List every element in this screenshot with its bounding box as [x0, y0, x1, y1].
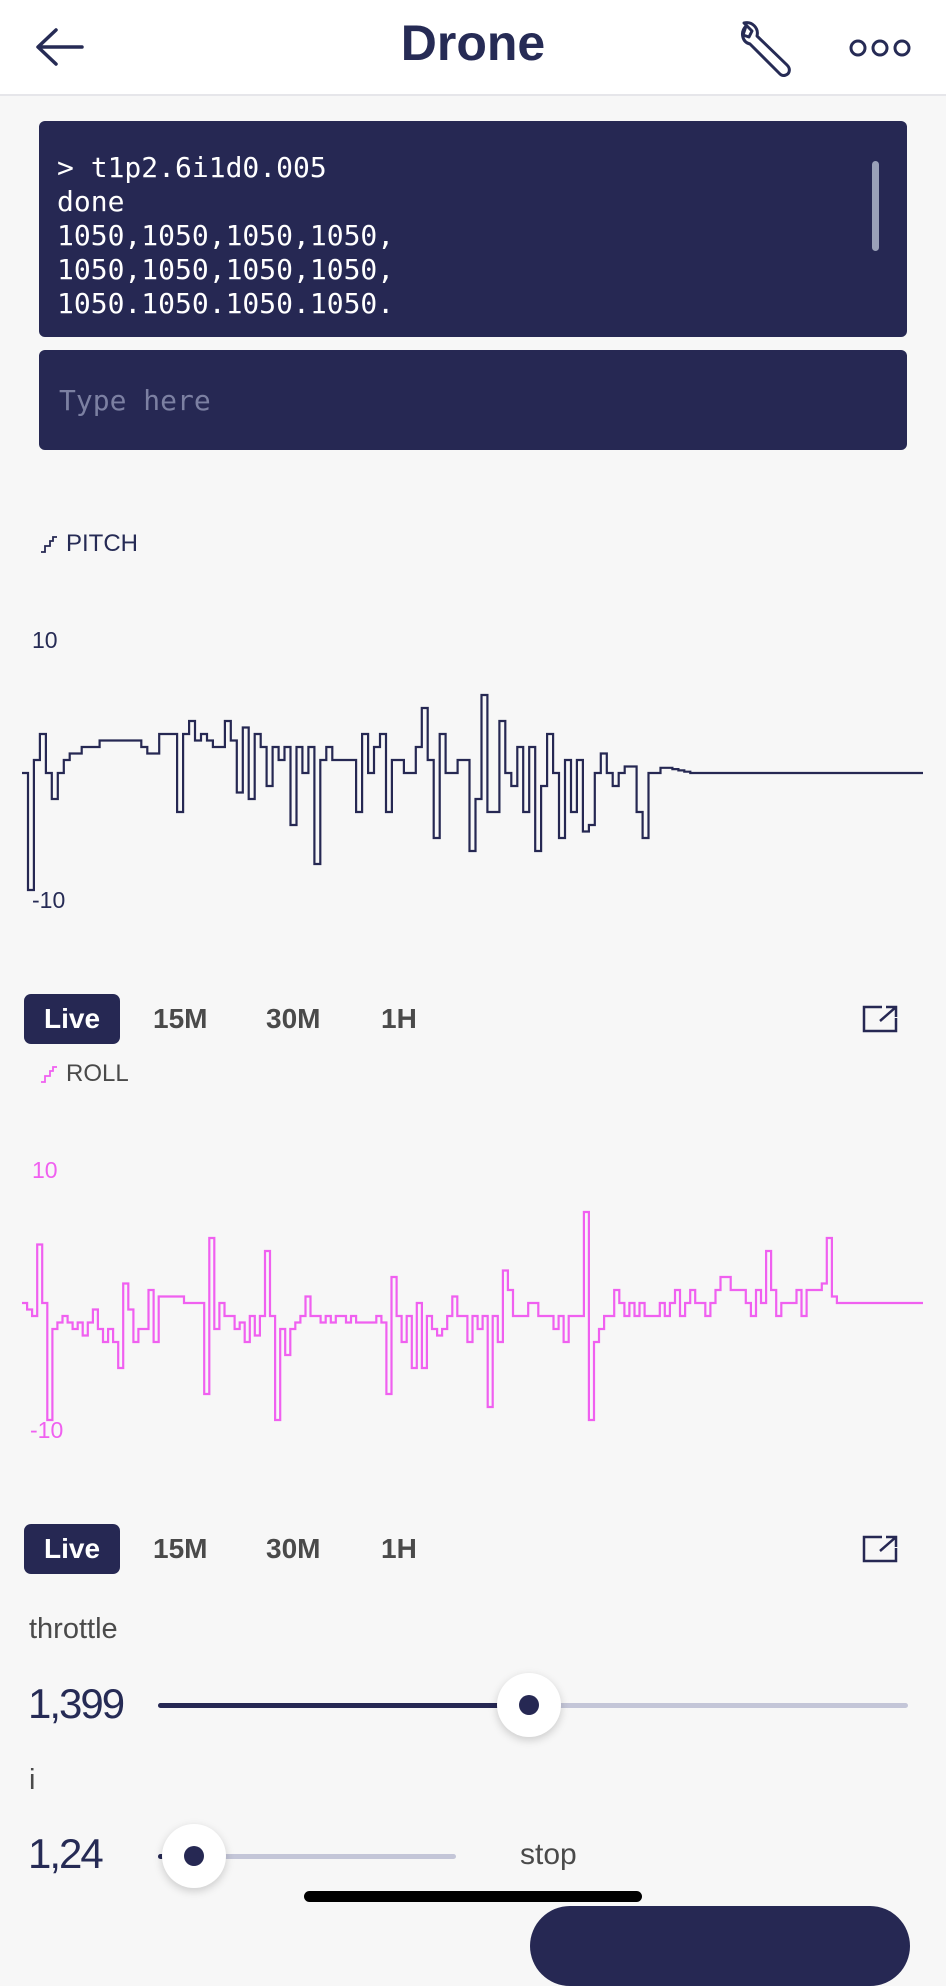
- terminal-scrollbar[interactable]: [872, 161, 879, 251]
- terminal-line: 1050,1050,1050,1050,: [57, 219, 395, 252]
- series-line: [22, 1210, 923, 1422]
- range-1h-button[interactable]: 1H: [361, 994, 437, 1044]
- range-live-button[interactable]: Live: [24, 1524, 121, 1574]
- page-title: Drone: [400, 15, 546, 71]
- export-icon[interactable]: [860, 1534, 900, 1564]
- pitch-title-label: PITCH: [66, 530, 138, 557]
- range-live-button[interactable]: Live: [24, 994, 121, 1044]
- range-1h-button[interactable]: 1H: [361, 1524, 437, 1574]
- range-15m-button[interactable]: 15M: [133, 994, 227, 1044]
- range-30m-button[interactable]: 30M: [246, 1524, 340, 1574]
- throttle-fill: [158, 1703, 530, 1708]
- terminal-line: done: [57, 185, 125, 218]
- series-line: [22, 693, 923, 892]
- bottom-action-button[interactable]: [530, 1906, 910, 1986]
- terminal-lines: > t1p2.6i1d0.005 done 1050,1050,1050,105…: [57, 151, 394, 321]
- more-dots-icon[interactable]: [848, 28, 912, 68]
- range-15m-button[interactable]: 15M: [133, 1524, 227, 1574]
- step-line-icon: [41, 536, 57, 553]
- wrench-icon[interactable]: [732, 16, 802, 80]
- app-header: Drone: [0, 0, 946, 96]
- i-knob[interactable]: [161, 1824, 226, 1888]
- terminal-line: 1050.1050.1050.1050.: [57, 287, 395, 320]
- terminal-line: 1050,1050,1050,1050,: [57, 253, 395, 286]
- export-icon[interactable]: [860, 1004, 900, 1034]
- throttle-knob[interactable]: [497, 1673, 562, 1737]
- pitch-chart-title: PITCH: [40, 530, 138, 558]
- roll-chart-title: ROLL: [40, 1060, 129, 1088]
- i-label: i: [29, 1764, 36, 1796]
- pitch-range-tabs: Live 15M 30M 1H: [24, 994, 924, 1044]
- pitch-chart: [22, 693, 923, 892]
- range-30m-button[interactable]: 30M: [246, 994, 340, 1044]
- roll-chart: [22, 1210, 923, 1422]
- terminal-line: > t1p2.6i1d0.005: [57, 151, 327, 184]
- throttle-label: throttle: [29, 1613, 118, 1645]
- roll-title-label: ROLL: [66, 1060, 129, 1087]
- stop-label: stop: [520, 1838, 577, 1871]
- throttle-value: 1,399: [28, 1680, 125, 1727]
- roll-range-tabs: Live 15M 30M 1H: [24, 1524, 924, 1574]
- terminal-input[interactable]: [39, 350, 907, 450]
- home-indicator: [304, 1891, 642, 1902]
- arrow-left-icon[interactable]: [30, 22, 90, 72]
- terminal-output[interactable]: > t1p2.6i1d0.005 done 1050,1050,1050,105…: [39, 121, 907, 337]
- i-value: 1,24: [28, 1830, 104, 1877]
- step-line-icon: [41, 1066, 57, 1083]
